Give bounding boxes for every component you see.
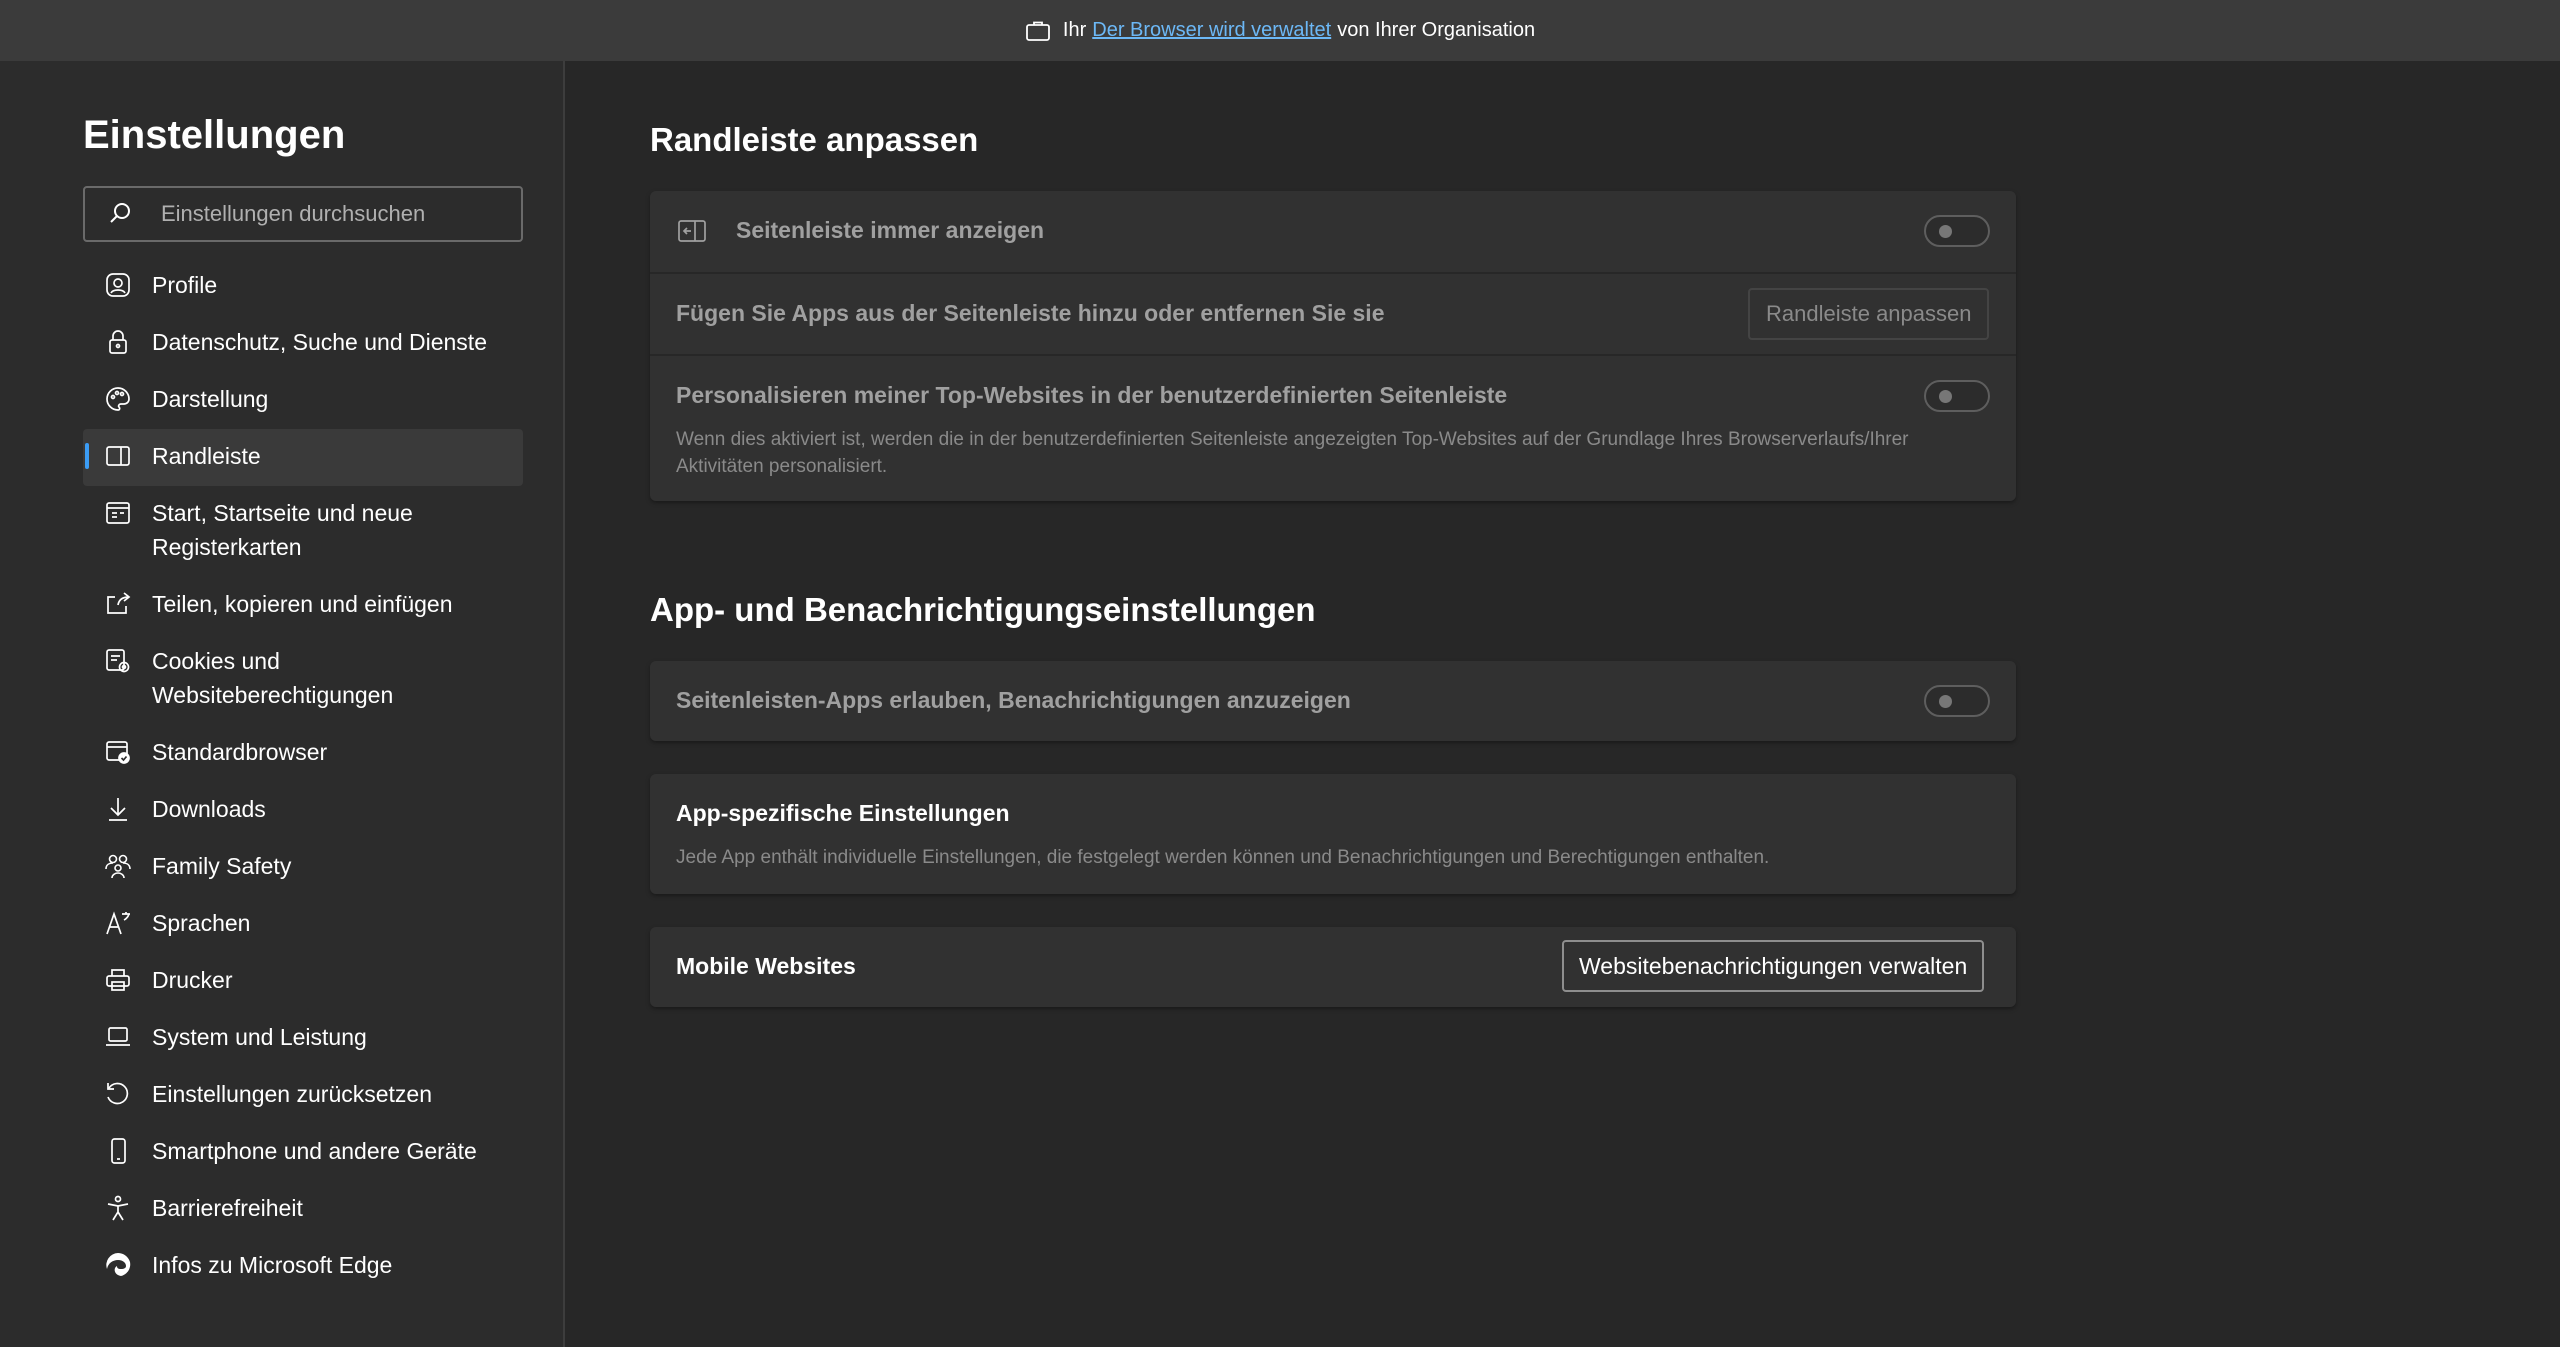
managed-banner: Ihr Der Browser wird verwaltet von Ihrer… [0,0,2560,61]
notifications-card: Seitenleisten-Apps erlauben, Benachricht… [650,661,2016,741]
home-tabs-icon [104,499,132,527]
sidebar-item-languages[interactable]: Sprachen [83,896,523,953]
sidebar-item-label: Family Safety [152,853,292,879]
sidebar-item-start-home-tabs[interactable]: Start, Startseite und neue Registerkarte… [83,486,523,577]
sidebar-item-label: Profile [152,272,218,298]
family-icon [104,852,132,880]
add-remove-apps-row: Fügen Sie Apps aus der Seitenleiste hinz… [650,272,2016,354]
sidebar-item-privacy[interactable]: Datenschutz, Suche und Dienste [83,315,523,372]
sidebar-icon [104,442,132,470]
sidebar-item-label: Infos zu Microsoft Edge [152,1252,393,1278]
laptop-icon [104,1023,132,1051]
sidebar-item-default-browser[interactable]: Standardbrowser [83,725,523,782]
app-specific-title: App-spezifische Einstellungen [676,800,1010,826]
section-title-app-notifications: App- und Benachrichtigungseinstellungen [650,591,1316,628]
sidebar-item-system[interactable]: System und Leistung [83,1010,523,1067]
always-show-toggle[interactable] [1924,215,1990,247]
sidebar-item-label: Start, Startseite und neue Registerkarte… [152,500,413,560]
sidebar-item-share[interactable]: Teilen, kopieren und einfügen [83,577,523,634]
customize-sidebar-button[interactable]: Randleiste anpassen [1748,288,1990,340]
sidebar-item-label: Sprachen [152,910,251,936]
sidebar-item-label: Barrierefreiheit [152,1195,303,1221]
sidebar-item-family-safety[interactable]: Family Safety [83,839,523,896]
sidebar-item-reset[interactable]: Einstellungen zurücksetzen [83,1067,523,1124]
app-specific-description: Jede App enthält individuelle Einstellun… [676,847,1770,868]
sidebar-item-about-edge[interactable]: Infos zu Microsoft Edge [83,1238,523,1295]
cookies-icon [104,647,132,675]
printer-icon [104,966,132,994]
notifications-toggle[interactable] [1924,685,1990,717]
app-specific-card: App-spezifische Einstellungen Jede App e… [650,774,2016,894]
sidebar-nav: Profile Datenschutz, Suche und Dienste D… [83,258,523,1295]
sidebar-item-label: Datenschutz, Suche und Dienste [152,329,487,355]
lock-icon [104,328,132,356]
sidebar-item-profile[interactable]: Profile [83,258,523,315]
customize-sidebar-card: Seitenleiste immer anzeigen Fügen Sie Ap… [650,191,2016,501]
sidebar-item-printers[interactable]: Drucker [83,953,523,1010]
add-remove-apps-label: Fügen Sie Apps aus der Seitenleiste hinz… [676,300,1385,326]
accessibility-icon [104,1194,132,1222]
sidebar-item-label: Teilen, kopieren und einfügen [152,591,453,617]
phone-icon [104,1137,132,1165]
sidebar-item-label: Darstellung [152,386,269,412]
sidebar-item-phone-devices[interactable]: Smartphone und andere Geräte [83,1124,523,1181]
sidebar-item-label: Randleiste [152,443,261,469]
personalize-label: Personalisieren meiner Top-Websites in d… [676,382,1508,408]
settings-search[interactable] [83,186,523,242]
sidebar-item-cookies[interactable]: Cookies und Websiteberechtigungen [83,634,523,725]
sidebar-item-downloads[interactable]: Downloads [83,782,523,839]
briefcase-icon [1025,18,1051,44]
share-icon [104,590,132,618]
notifications-row: Seitenleisten-Apps erlauben, Benachricht… [650,661,2016,741]
mobile-websites-label: Mobile Websites [676,953,856,979]
reset-icon [104,1080,132,1108]
search-input[interactable] [159,200,503,228]
sidebar-item-sidebar[interactable]: Randleiste [83,429,523,486]
manage-notifications-button[interactable]: Websitebenachrichtigungen verwalten [1562,940,1985,992]
sidebar-item-appearance[interactable]: Darstellung [83,372,523,429]
sidebar-item-label: Cookies und Websiteberechtigungen [152,648,394,708]
sidebar-item-label: Smartphone und andere Geräte [152,1138,477,1164]
languages-icon [104,909,132,937]
palette-icon [104,385,132,413]
managed-browser-link[interactable]: Der Browser wird verwaltet [1092,19,1331,42]
personalize-description: Wenn dies aktiviert ist, werden die in d… [676,429,1909,477]
profile-icon [104,271,132,299]
sidebar-item-label: Drucker [152,967,233,993]
settings-sidebar: Einstellungen Profile Datenschutz, Suche… [0,61,565,1347]
sidebar-panel-icon [678,218,706,244]
sidebar-item-label: Einstellungen zurücksetzen [152,1081,432,1107]
personalize-row: Personalisieren meiner Top-Websites in d… [650,354,2016,501]
section-title-customize-sidebar: Randleiste anpassen [650,121,979,158]
sidebar-item-label: System und Leistung [152,1024,367,1050]
edge-icon [104,1251,132,1279]
always-show-row: Seitenleiste immer anzeigen [650,191,2016,272]
banner-prefix: Ihr [1062,19,1087,41]
sidebar-item-label: Standardbrowser [152,739,328,765]
sidebar-item-label: Downloads [152,796,266,822]
sidebar-item-accessibility[interactable]: Barrierefreiheit [83,1181,523,1238]
default-browser-icon [104,738,132,766]
always-show-label: Seitenleiste immer anzeigen [736,217,1045,243]
search-icon [107,200,135,228]
mobile-websites-card: Mobile Websites Websitebenachrichtigunge… [650,927,2016,1007]
notifications-label: Seitenleisten-Apps erlauben, Benachricht… [676,687,1351,713]
download-icon [104,795,132,823]
sidebar-title: Einstellungen [83,113,346,157]
banner-suffix: von Ihrer Organisation [1337,19,1536,41]
personalize-toggle[interactable] [1924,380,1990,412]
